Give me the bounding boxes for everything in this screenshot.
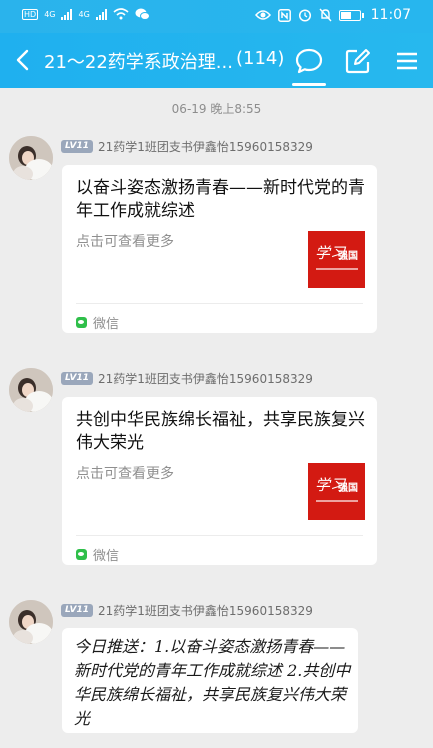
- xuexi-qiangguo-logo: 学习 强国: [308, 463, 365, 520]
- tab-underline: [292, 83, 326, 86]
- xuexi-qiangguo-logo: 学习 强国: [308, 231, 365, 288]
- card-source: 微信: [76, 545, 119, 564]
- source-label: 微信: [93, 317, 120, 332]
- mute-icon: [319, 8, 332, 22]
- card-divider: [76, 535, 363, 536]
- message-text: 今日推送：1.以奋斗姿态激扬青春——新时代党的青年工作成就综述 2.共创中华民族…: [74, 637, 351, 728]
- sender-name: 21药学1班团支书伊鑫怡15960158329: [98, 140, 313, 154]
- status-right: 11:07: [254, 7, 411, 23]
- wechat-status-icon: [135, 8, 150, 20]
- thumb-brand: 强国: [338, 251, 358, 262]
- sender-name: 21药学1班团支书伊鑫怡15960158329: [98, 372, 313, 386]
- edit-icon[interactable]: [343, 46, 373, 76]
- signal-icon: [61, 8, 73, 20]
- level-badge: LV11: [61, 372, 93, 385]
- wechat-icon: [76, 549, 87, 560]
- member-count: (114): [236, 48, 285, 69]
- wifi-icon: [113, 8, 129, 20]
- back-icon[interactable]: [10, 45, 36, 75]
- thumb-divider: [316, 268, 358, 270]
- card-title: 共创中华民族绵长福祉，共享民族复兴伟大荣光: [76, 410, 365, 453]
- card-desc: 点击可查看更多: [76, 466, 174, 482]
- alarm-icon: [298, 9, 311, 22]
- wechat-icon: [76, 317, 87, 328]
- source-label: 微信: [93, 549, 120, 564]
- sender-meta: LV11 21药学1班团支书伊鑫怡15960158329: [61, 138, 313, 155]
- sender-meta: LV11 21药学1班团支书伊鑫怡15960158329: [61, 370, 313, 387]
- battery-icon: [338, 9, 364, 21]
- card-source: 微信: [76, 313, 119, 332]
- sender-name: 21药学1班团支书伊鑫怡15960158329: [98, 604, 313, 618]
- chat-icon[interactable]: [294, 46, 324, 76]
- clock: 11:07: [370, 7, 411, 23]
- network-label-2: 4G: [78, 9, 90, 19]
- link-card[interactable]: 以奋斗姿态激扬青春——新时代党的青年工作成就综述 点击可查看更多 学习 强国 微…: [62, 165, 377, 333]
- text-message[interactable]: 今日推送：1.以奋斗姿态激扬青春——新时代党的青年工作成就综述 2.共创中华民族…: [62, 628, 358, 733]
- card-title: 以奋斗姿态激扬青春——新时代党的青年工作成就综述: [76, 178, 365, 221]
- signal-icon-2: [95, 8, 107, 20]
- avatar[interactable]: [9, 136, 53, 180]
- eye-icon: [254, 10, 271, 20]
- level-badge: LV11: [61, 140, 93, 153]
- group-title[interactable]: 21～22药学系政治理...: [44, 48, 233, 74]
- chat-timestamp: 06-19 晚上8:55: [171, 102, 262, 116]
- avatar[interactable]: [9, 368, 53, 412]
- network-label-1: 4G: [44, 9, 56, 19]
- avatar[interactable]: [9, 600, 53, 644]
- menu-icon[interactable]: [392, 46, 422, 76]
- nfc-icon: [277, 8, 291, 22]
- status-bar: HD 4G 4G 11:07: [0, 0, 433, 33]
- thumb-divider: [316, 500, 358, 502]
- chat-header: 21～22药学系政治理... (114): [0, 33, 433, 88]
- thumb-brand: 强国: [338, 483, 358, 494]
- link-card[interactable]: 共创中华民族绵长福祉，共享民族复兴伟大荣光 点击可查看更多 学习 强国 微信: [62, 397, 377, 565]
- level-badge: LV11: [61, 604, 93, 617]
- sender-meta: LV11 21药学1班团支书伊鑫怡15960158329: [61, 602, 313, 619]
- card-desc: 点击可查看更多: [76, 234, 174, 250]
- status-left: HD 4G 4G: [22, 8, 150, 20]
- card-divider: [76, 303, 363, 304]
- hd-badge: HD: [22, 8, 39, 20]
